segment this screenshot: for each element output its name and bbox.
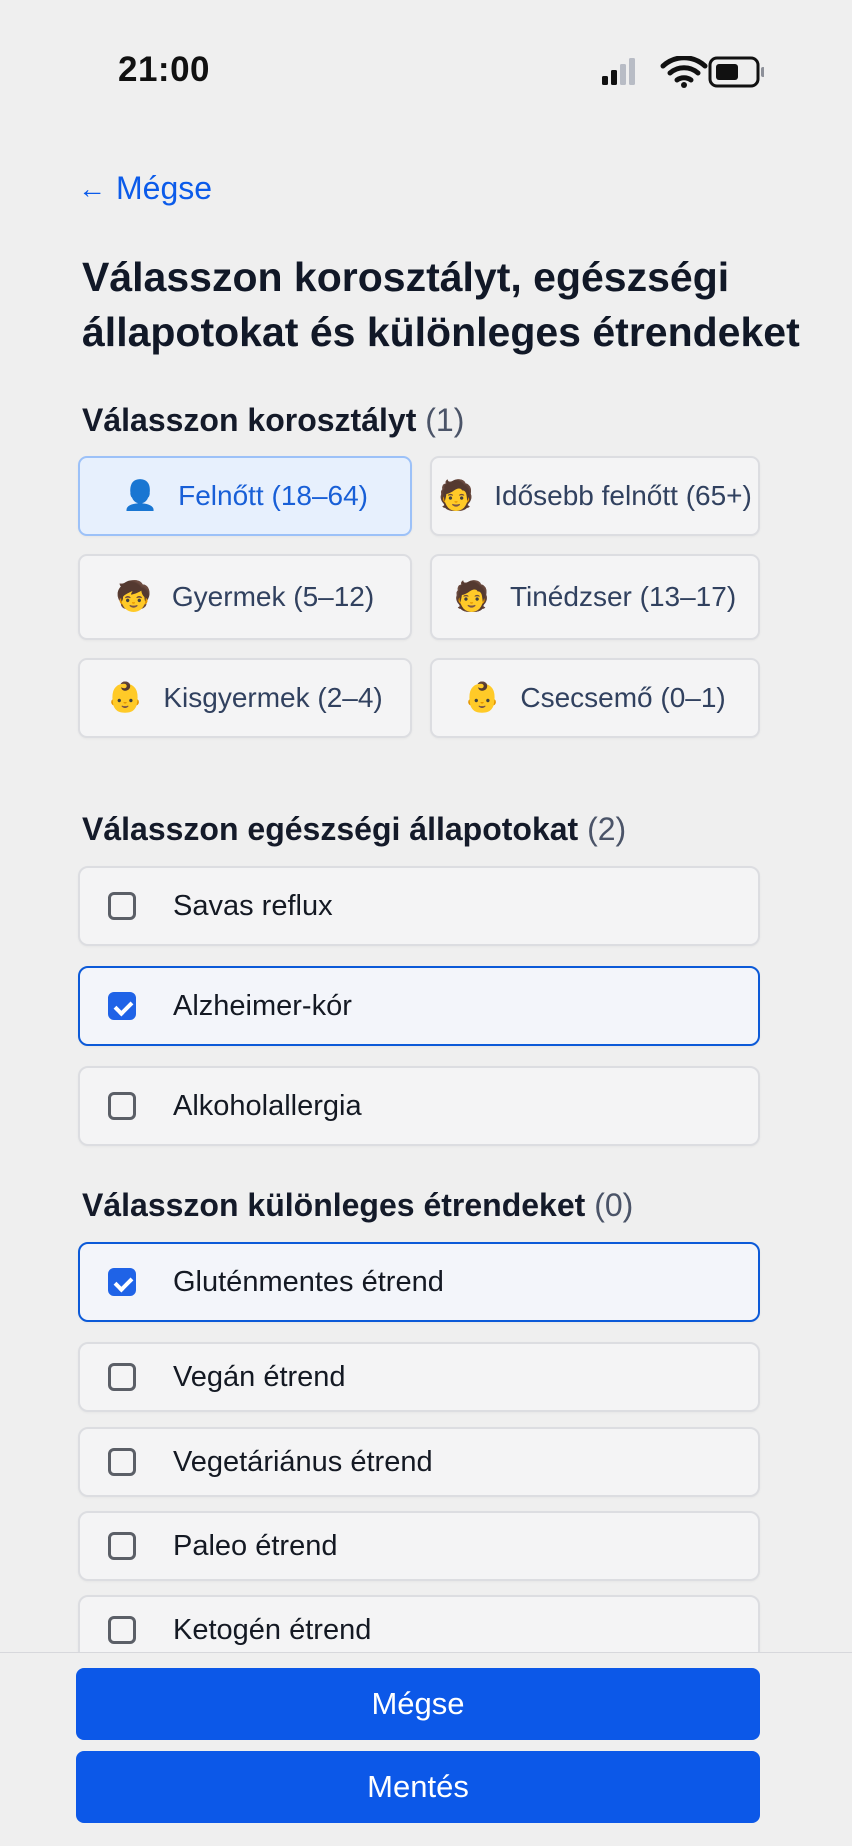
- diet-option-paleo[interactable]: Paleo étrend: [78, 1511, 760, 1581]
- status-bar: 21:00: [0, 0, 852, 140]
- health-option-alcohol-allergy[interactable]: Alkoholallergia: [78, 1066, 760, 1146]
- checked-checkbox-icon[interactable]: [108, 992, 136, 1020]
- health-selection-count: (2): [587, 811, 627, 847]
- age-option-label: Tinédzser (13–17): [509, 581, 737, 612]
- checkbox-icon[interactable]: [108, 1532, 136, 1560]
- age-section-heading: Válasszon korosztályt (1): [82, 402, 464, 439]
- age-option-infant[interactable]: 👶 Csecsemő (0–1): [430, 658, 760, 738]
- teen-icon: 🧑: [453, 581, 490, 613]
- age-option-child[interactable]: 🧒 Gyermek (5–12): [78, 554, 412, 640]
- status-time: 21:00: [118, 50, 211, 89]
- diet-option-label: Ketogén étrend: [173, 1613, 372, 1646]
- age-option-label: Idősebb felnőtt (65+): [494, 480, 752, 511]
- diet-option-gluten-free[interactable]: Gluténmentes étrend: [78, 1242, 760, 1322]
- health-option-label: Alkoholallergia: [173, 1089, 362, 1122]
- diet-option-vegan[interactable]: Vegán étrend: [78, 1342, 760, 1412]
- special-diet-list: Gluténmentes étrend Vegán étrend Vegetár…: [78, 1242, 760, 1665]
- checkbox-icon[interactable]: [108, 1363, 136, 1391]
- age-option-teen[interactable]: 🧑 Tinédzser (13–17): [430, 554, 760, 640]
- health-section-heading: Válasszon egészségi állapotokat (2): [82, 811, 626, 848]
- checked-checkbox-icon[interactable]: [108, 1268, 136, 1296]
- senior-icon: 🧑: [438, 480, 475, 512]
- checkbox-icon[interactable]: [108, 1616, 136, 1644]
- health-section-title: Válasszon egészségi állapotokat: [82, 811, 579, 847]
- toddler-icon: 👶: [107, 682, 144, 714]
- cancel-button[interactable]: Mégse: [76, 1668, 760, 1740]
- health-option-acid-reflux[interactable]: Savas reflux: [78, 866, 760, 946]
- diet-option-label: Gluténmentes étrend: [173, 1265, 444, 1298]
- infant-icon: 👶: [464, 682, 501, 714]
- age-option-label: Kisgyermek (2–4): [163, 682, 383, 713]
- signal-icon: [602, 58, 635, 85]
- age-selection-count: (1): [425, 402, 465, 438]
- diet-section-heading: Válasszon különleges étrendeket (0): [82, 1187, 633, 1224]
- age-option-label: Csecsemő (0–1): [520, 682, 726, 713]
- back-button[interactable]: ← Mégse: [78, 170, 212, 207]
- back-arrow-icon: ←: [78, 172, 106, 204]
- page-title: Válasszon korosztályt, egészségi állapot…: [82, 254, 800, 355]
- diet-selection-count: (0): [594, 1187, 634, 1223]
- status-icons: [602, 56, 764, 88]
- health-option-label: Savas reflux: [173, 889, 333, 922]
- age-option-toddler[interactable]: 👶 Kisgyermek (2–4): [78, 658, 412, 738]
- age-option-label: Felnőtt (18–64): [178, 480, 368, 511]
- health-option-alzheimers[interactable]: Alzheimer-kór: [78, 966, 760, 1046]
- battery-icon: [708, 56, 764, 88]
- diet-option-label: Vegán étrend: [173, 1360, 346, 1393]
- diet-option-label: Paleo étrend: [173, 1529, 338, 1562]
- person-icon: 👤: [122, 480, 159, 512]
- age-option-adult[interactable]: 👤 Felnőtt (18–64): [78, 456, 412, 536]
- checkbox-icon[interactable]: [108, 892, 136, 920]
- back-label: Mégse: [116, 170, 213, 206]
- checkbox-icon[interactable]: [108, 1092, 136, 1120]
- wifi-icon: [660, 56, 708, 88]
- checkbox-icon[interactable]: [108, 1448, 136, 1476]
- child-icon: 🧒: [115, 581, 152, 613]
- age-group-grid: 👤 Felnőtt (18–64) 🧑 Idősebb felnőtt (65+…: [78, 456, 760, 738]
- bottom-action-bar: Mégse Mentés: [0, 1652, 852, 1846]
- health-condition-list: Savas reflux Alzheimer-kór Alkoholallerg…: [78, 866, 760, 1146]
- age-section-title: Válasszon korosztályt: [82, 402, 417, 438]
- save-button[interactable]: Mentés: [76, 1751, 760, 1823]
- age-option-senior[interactable]: 🧑 Idősebb felnőtt (65+): [430, 456, 760, 536]
- age-option-label: Gyermek (5–12): [171, 581, 375, 612]
- diet-section-title: Válasszon különleges étrendeket: [82, 1187, 586, 1223]
- health-option-label: Alzheimer-kór: [173, 989, 352, 1022]
- diet-option-vegetarian[interactable]: Vegetáriánus étrend: [78, 1427, 760, 1497]
- diet-option-label: Vegetáriánus étrend: [173, 1445, 433, 1478]
